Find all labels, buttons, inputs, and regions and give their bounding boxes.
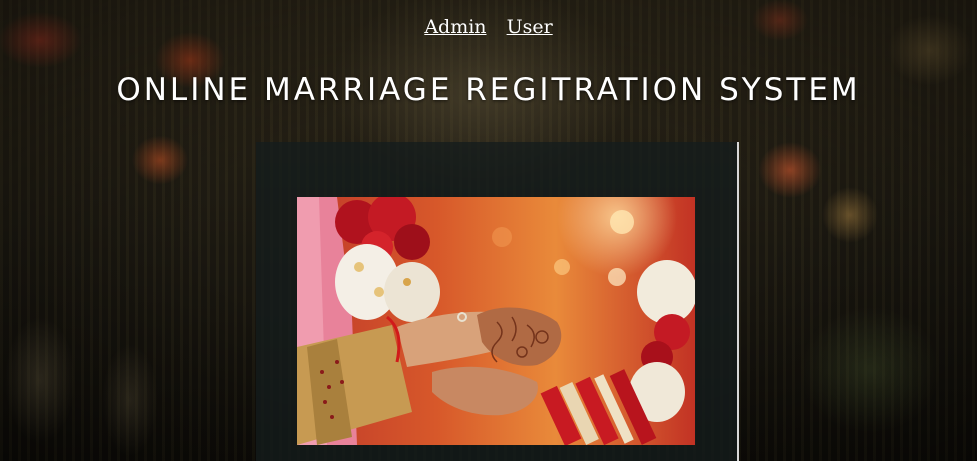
page-title: ONLINE MARRIAGE REGITRATION SYSTEM bbox=[116, 72, 861, 108]
content-panel bbox=[256, 142, 739, 461]
wedding-photo-illustration bbox=[297, 197, 695, 445]
admin-link[interactable]: Admin bbox=[424, 16, 486, 38]
wedding-photo bbox=[297, 197, 695, 445]
user-link[interactable]: User bbox=[507, 16, 553, 38]
top-nav: Admin User bbox=[0, 16, 977, 38]
